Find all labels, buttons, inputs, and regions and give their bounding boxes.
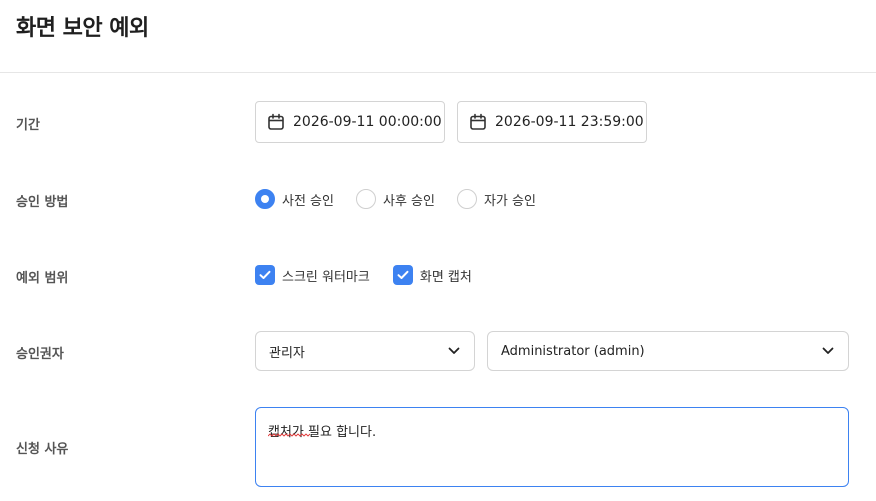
checkmark-icon <box>392 265 413 285</box>
exception-scope-checkbox-group: 스크린 워터마크 화면 캡처 <box>255 263 495 287</box>
checkbox-screen-capture[interactable]: 화면 캡처 <box>392 265 472 285</box>
radio-label: 자가 승인 <box>483 193 536 209</box>
checkmark-icon <box>255 265 275 285</box>
start-date-value: 2026-09-11 00:00:00 <box>293 114 442 130</box>
calendar-icon <box>268 113 284 130</box>
reason-label: 신청 사유 <box>16 442 69 457</box>
checkbox-screen-watermark[interactable]: 스크린 워터마크 <box>255 265 370 285</box>
approver-role-value: 관리자 <box>269 345 305 361</box>
chevron-down-icon <box>448 347 460 354</box>
chevron-down-icon <box>822 347 834 354</box>
end-date-picker[interactable]: 2026-09-11 23:59:00 <box>457 101 647 143</box>
approver-label: 승인권자 <box>16 347 64 362</box>
end-date-value: 2026-09-11 23:59:00 <box>495 114 644 130</box>
radio-post-approval[interactable]: 사후 승인 <box>355 189 435 209</box>
start-date-picker[interactable]: 2026-09-11 00:00:00 <box>255 101 445 143</box>
radio-unselected-icon <box>456 189 477 209</box>
period-label: 기간 <box>16 118 40 133</box>
radio-selected-icon <box>255 189 275 209</box>
radio-pre-approval[interactable]: 사전 승인 <box>255 189 334 209</box>
approver-user-value: Administrator (admin) <box>501 343 645 359</box>
approval-method-radio-group: 사전 승인 사후 승인 자가 승인 <box>255 186 558 212</box>
radio-label: 사전 승인 <box>282 193 334 209</box>
spellcheck-underline <box>268 433 310 437</box>
radio-label: 사후 승인 <box>382 193 435 209</box>
reason-textarea[interactable] <box>255 407 849 487</box>
exception-scope-label: 예외 범위 <box>16 271 69 286</box>
calendar-icon <box>470 113 486 130</box>
approver-user-select[interactable]: Administrator (admin) <box>487 331 849 371</box>
header-divider <box>0 72 876 73</box>
radio-unselected-icon <box>355 189 376 209</box>
approver-role-select[interactable]: 관리자 <box>255 331 475 371</box>
page-title: 화면 보안 예외 <box>16 16 149 41</box>
checkbox-label: 화면 캡처 <box>419 269 472 285</box>
radio-self-approval[interactable]: 자가 승인 <box>456 189 536 209</box>
approval-method-label: 승인 방법 <box>16 195 69 210</box>
checkbox-label: 스크린 워터마크 <box>282 269 370 285</box>
